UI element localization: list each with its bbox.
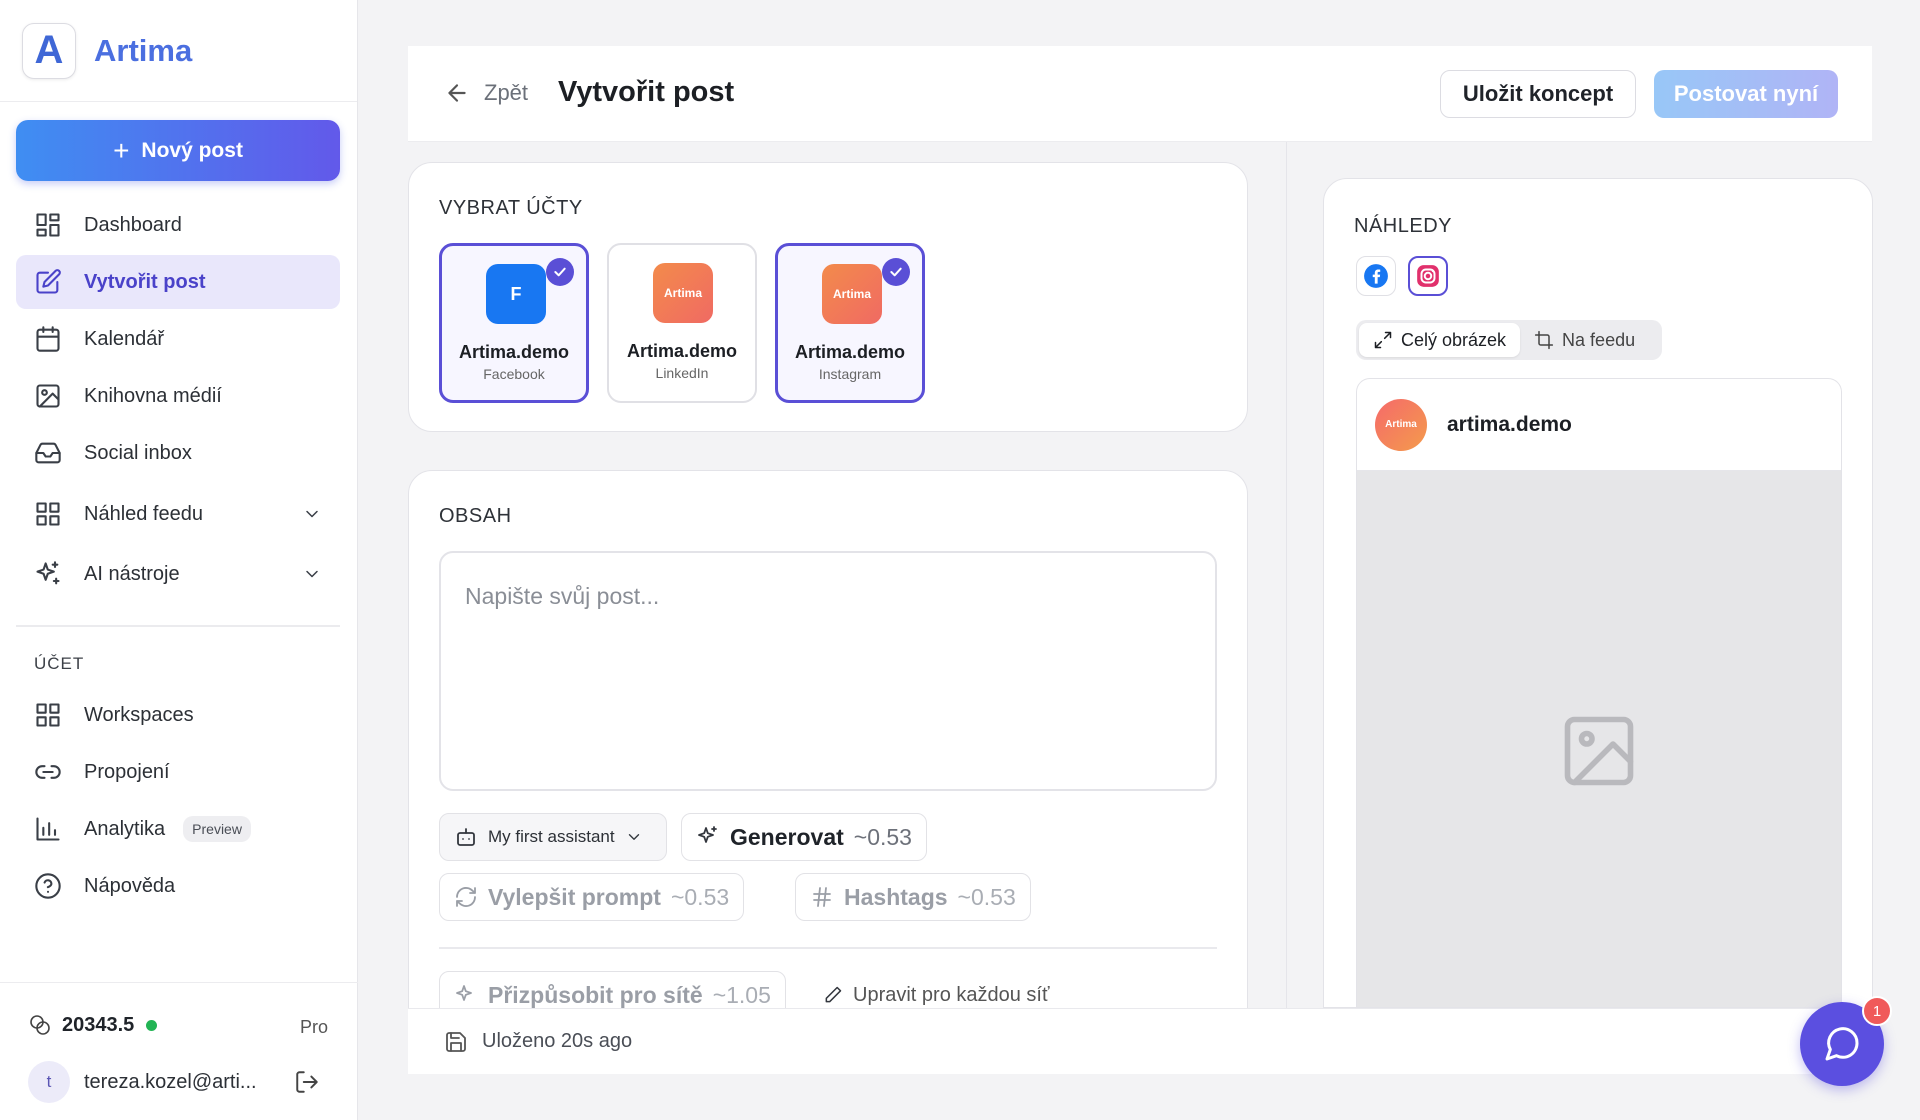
chat-badge: 1: [1862, 996, 1892, 1026]
chat-icon: [1825, 1027, 1859, 1061]
sparkles-icon: [36, 561, 60, 585]
plan-label: Pro: [299, 1017, 328, 1037]
preview-badge: Preview: [183, 816, 251, 842]
account-facebook[interactable]: F Artima.demo Facebook: [439, 243, 589, 403]
new-post-button[interactable]: + Nový post: [16, 120, 340, 181]
sidebar-item-analytics[interactable]: Analytika Preview: [16, 802, 340, 856]
user-row[interactable]: t tereza.kozel@arti...: [28, 1061, 257, 1103]
save-draft-button[interactable]: Uložit koncept: [1440, 70, 1636, 118]
sidebar-item-feed-preview[interactable]: Náhled feedu: [16, 487, 340, 541]
plus-icon: +: [113, 134, 130, 166]
back-button[interactable]: Zpět: [444, 80, 528, 106]
dashboard-icon: [36, 213, 60, 237]
previews-title: NÁHLEDY: [1354, 215, 1452, 237]
tab-on-feed[interactable]: Na feedu: [1520, 323, 1649, 357]
logo: A: [22, 22, 76, 79]
sparkles-icon: [698, 826, 717, 843]
chevron-down-icon: [306, 510, 318, 518]
page-header: Zpět Vytvořit post Uložit koncept Postov…: [408, 46, 1872, 142]
inbox-icon: [35, 442, 61, 464]
logout-icon[interactable]: [294, 1069, 320, 1095]
preview-avatar: Artima: [1375, 398, 1427, 451]
expand-icon: [1374, 331, 1392, 349]
crop-icon: [1534, 330, 1554, 350]
sidebar-item-create-post[interactable]: Vytvořit post: [16, 255, 340, 309]
sidebar-divider: [16, 625, 340, 627]
sidebar-item-connections[interactable]: Propojení: [16, 745, 340, 799]
pencil-icon: [825, 986, 842, 1003]
content-title: OBSAH: [439, 505, 512, 527]
instagram-preview-toggle[interactable]: [1408, 256, 1448, 296]
edit-icon: [36, 269, 61, 294]
grid-icon: [36, 502, 60, 526]
link-icon: [35, 765, 61, 779]
brand[interactable]: A Artima: [0, 0, 357, 102]
facebook-icon: [1364, 264, 1388, 288]
refresh-icon: [456, 887, 476, 907]
preview-mode-tabs: Celý obrázek Na feedu: [1356, 320, 1662, 360]
credits-value: 20343.5: [62, 1013, 135, 1036]
saved-status: Uloženo 20s ago: [482, 1030, 633, 1052]
help-icon: [35, 873, 61, 899]
assistant-select[interactable]: My first assistant: [439, 813, 667, 861]
post-now-button[interactable]: Postovat nyní: [1654, 70, 1838, 118]
brand-name: Artima: [94, 32, 193, 68]
hashtags-button[interactable]: Hashtags ~0.53: [795, 873, 1031, 921]
preview-account-name: artima.demo: [1447, 412, 1572, 436]
check-icon: [882, 258, 910, 286]
accounts-card: VYBRAT ÚČTY F Artima.demo Facebook Artim…: [408, 162, 1248, 432]
user-email: tereza.kozel@arti...: [84, 1070, 257, 1093]
account-linkedin[interactable]: Artima Artima.demo LinkedIn: [607, 243, 757, 403]
chart-icon: [36, 817, 60, 841]
generate-button[interactable]: Generovat ~0.53: [681, 813, 927, 861]
account-instagram[interactable]: Artima Artima.demo Instagram: [775, 243, 925, 403]
instagram-avatar: Artima: [822, 264, 882, 324]
accounts-title: VYBRAT ÚČTY: [439, 197, 583, 219]
editor-panel: VYBRAT ÚČTY F Artima.demo Facebook Artim…: [408, 142, 1286, 1030]
hash-icon: [813, 887, 831, 907]
sidebar-item-ai-tools[interactable]: AI nástroje: [16, 547, 340, 601]
chevron-down-icon: [628, 834, 639, 840]
sidebar: A Artima + Nový post Dashboard Vytvořit …: [0, 0, 358, 1120]
content-card: OBSAH Napište svůj post... My first assi…: [408, 470, 1248, 1030]
facebook-avatar: F: [486, 264, 546, 324]
content-divider: [439, 947, 1217, 949]
chevron-down-icon: [306, 570, 318, 578]
linkedin-avatar: Artima: [653, 263, 713, 323]
arrow-left-icon: [448, 84, 466, 102]
facebook-preview-toggle[interactable]: [1356, 256, 1396, 296]
calendar-icon: [36, 326, 60, 352]
status-dot: [146, 1019, 158, 1031]
status-bar: Uloženo 20s ago: [408, 1008, 1872, 1074]
check-icon: [546, 258, 574, 286]
coins-icon: [30, 1015, 50, 1035]
instagram-icon: [1417, 265, 1439, 287]
instagram-post-preview: Artima artima.demo: [1356, 378, 1842, 1008]
credits: 20343.5: [28, 1013, 158, 1037]
sidebar-item-workspaces[interactable]: Workspaces: [16, 688, 340, 742]
grid-icon: [36, 703, 60, 727]
sidebar-item-media-library[interactable]: Knihovna médií: [16, 369, 340, 423]
tab-full-image[interactable]: Celý obrázek: [1359, 323, 1521, 357]
sparkles-icon: [456, 985, 472, 1001]
sidebar-item-dashboard[interactable]: Dashboard: [16, 198, 340, 252]
image-icon: [36, 384, 60, 408]
bot-icon: [457, 828, 475, 846]
post-textarea[interactable]: Napište svůj post...: [439, 551, 1217, 791]
sidebar-footer: 20343.5 Pro t tereza.kozel@arti...: [0, 982, 358, 1120]
preview-header: Artima artima.demo: [1357, 379, 1841, 471]
save-icon: [446, 1031, 466, 1052]
improve-prompt-button[interactable]: Vylepšit prompt ~0.53: [439, 873, 745, 921]
avatar: t: [28, 1061, 70, 1103]
sidebar-item-social-inbox[interactable]: Social inbox: [16, 426, 340, 480]
account-section-label: ÚČET: [34, 654, 85, 673]
page-title: Vytvořit post: [558, 76, 735, 108]
sidebar-item-help[interactable]: Nápověda: [16, 859, 340, 913]
sidebar-item-calendar[interactable]: Kalendář: [16, 312, 340, 366]
image-placeholder-icon: [1564, 716, 1634, 786]
